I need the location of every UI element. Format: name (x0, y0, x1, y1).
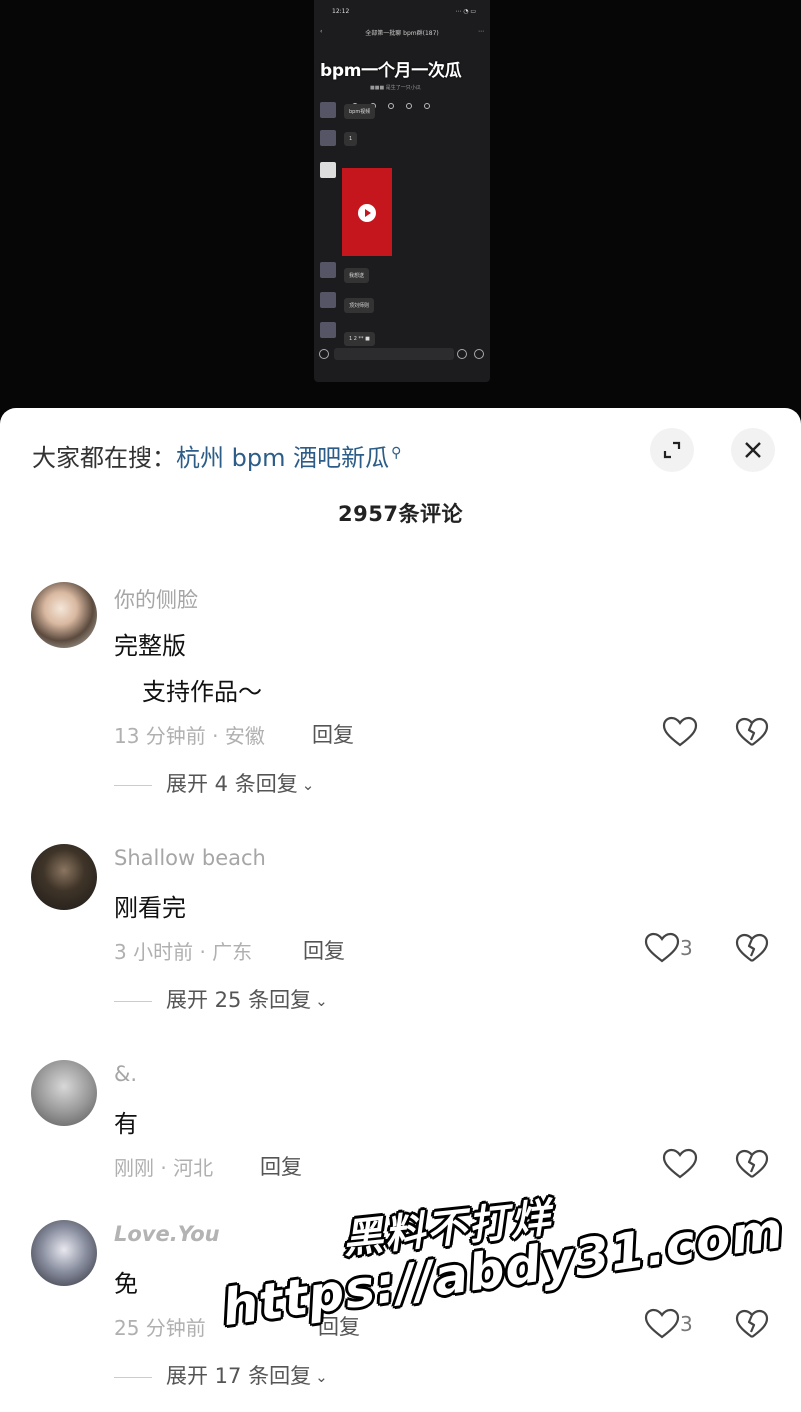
avatar[interactable] (31, 1060, 97, 1126)
phone-message-text: 我想送 (344, 268, 370, 283)
like-icon[interactable] (642, 930, 682, 966)
dislike-icon[interactable] (734, 930, 770, 966)
avatar[interactable] (31, 582, 97, 648)
phone-message-text: 1 (344, 132, 358, 146)
avatar (320, 102, 336, 118)
phone-message: 1 (318, 130, 488, 160)
reply-button[interactable]: 回复 (312, 719, 354, 749)
comment-text: 刚看完 (114, 894, 186, 922)
avatar (320, 262, 336, 278)
phone-status-icons: ⋯ ◔ ▭ (455, 8, 476, 15)
phone-input-bar (314, 344, 490, 364)
avatar (320, 162, 336, 178)
comment-text: 免 (114, 1270, 138, 1298)
chevron-down-icon: ⌄ (315, 992, 328, 1010)
phone-input-box (334, 348, 454, 360)
like-count: 3 (680, 936, 693, 960)
avatar[interactable] (31, 844, 97, 910)
dislike-icon[interactable] (734, 714, 770, 750)
comment-time-location: 3 小时前 · 广东 (114, 940, 253, 964)
comment-count: 2957条评论 (338, 502, 463, 526)
plus-icon (474, 349, 484, 359)
phone-message: 我想送 (318, 262, 488, 292)
expand-icon (663, 441, 681, 459)
like-icon[interactable] (660, 714, 700, 750)
phone-status-time: 12:12 (332, 8, 350, 15)
dislike-icon[interactable] (734, 1146, 770, 1182)
phone-message-text: bpm视频 (344, 104, 376, 119)
phone-message: bpm视频 (318, 102, 488, 132)
comment-time-location: 刚刚 · 河北 (114, 1156, 214, 1180)
expand-replies[interactable]: 展开 25 条回复 ⌄ (114, 984, 328, 1014)
search-icon: ⚲ (391, 445, 402, 461)
search-suggestion-label: 大家都在搜： (32, 444, 176, 472)
phone-message: 顶刘师则 (318, 292, 488, 322)
search-suggestion-term[interactable]: 杭州 bpm 酒吧新瓜 (176, 444, 389, 472)
phone-screenshot: 12:12 ⋯ ◔ ▭ ‹ 全部第一批聊 bpm群(187) ⋯ bpm一个月一… (314, 0, 490, 382)
avatar (320, 322, 336, 338)
expand-replies-label: 展开 4 条回复 (166, 772, 298, 796)
comment-time-location: 13 分钟前 · 安徽 (114, 724, 265, 748)
phone-message-text: 顶刘师则 (344, 298, 375, 313)
avatar (320, 130, 336, 146)
like-icon[interactable] (642, 1306, 682, 1342)
phone-status-bar: 12:12 ⋯ ◔ ▭ (314, 6, 490, 18)
comment-text: 支持作品～ (142, 678, 262, 706)
overlay-subtitle: ■■■ 是生了一只小瓜 (370, 85, 421, 91)
like-count: 3 (680, 1312, 693, 1336)
comment-username[interactable]: 你的侧脸 (114, 584, 198, 614)
expand-replies-label: 展开 17 条回复 (166, 1364, 312, 1388)
expand-replies[interactable]: 展开 4 条回复 ⌄ (114, 768, 314, 798)
search-suggestion[interactable]: 大家都在搜：杭州 bpm 酒吧新瓜 ⚲ (32, 438, 401, 472)
expand-button[interactable] (650, 428, 694, 472)
phone-chat-header: ‹ 全部第一批聊 bpm群(187) ⋯ (314, 28, 490, 42)
reply-button[interactable]: 回复 (260, 1151, 302, 1181)
close-button[interactable] (731, 428, 775, 472)
avatar[interactable] (31, 1220, 97, 1286)
comment-time-location: 25 分钟前 (114, 1316, 206, 1340)
phone-icon-row (352, 94, 462, 109)
phone-chat-title: 全部第一批聊 bpm群(187) (365, 30, 439, 37)
expand-replies-label: 展开 25 条回复 (166, 988, 312, 1012)
avatar (320, 292, 336, 308)
emoji-icon (457, 349, 467, 359)
comment-text: 有 (114, 1110, 138, 1138)
play-icon (358, 204, 376, 222)
chevron-down-icon: ⌄ (301, 776, 315, 794)
video-thumbnail (342, 168, 392, 256)
dislike-icon[interactable] (734, 1306, 770, 1342)
voice-icon (319, 349, 329, 359)
back-icon: ‹ (320, 28, 323, 35)
chevron-down-icon: ⌄ (315, 1368, 328, 1386)
comment-username[interactable]: &. (114, 1062, 137, 1086)
expand-replies[interactable]: 展开 17 条回复 ⌄ (114, 1360, 328, 1390)
video-preview[interactable]: 12:12 ⋯ ◔ ▭ ‹ 全部第一批聊 bpm群(187) ⋯ bpm一个月一… (0, 0, 801, 410)
close-icon (745, 442, 761, 458)
reply-button[interactable]: 回复 (303, 935, 345, 965)
more-icon: ⋯ (478, 28, 484, 35)
comment-username[interactable]: Shallow beach (114, 846, 266, 870)
like-icon[interactable] (660, 1146, 700, 1182)
comment-username[interactable]: Love.You (114, 1222, 220, 1246)
comment-text: 完整版 (114, 632, 186, 660)
overlay-title: bpm一个月一次瓜 (320, 61, 462, 81)
